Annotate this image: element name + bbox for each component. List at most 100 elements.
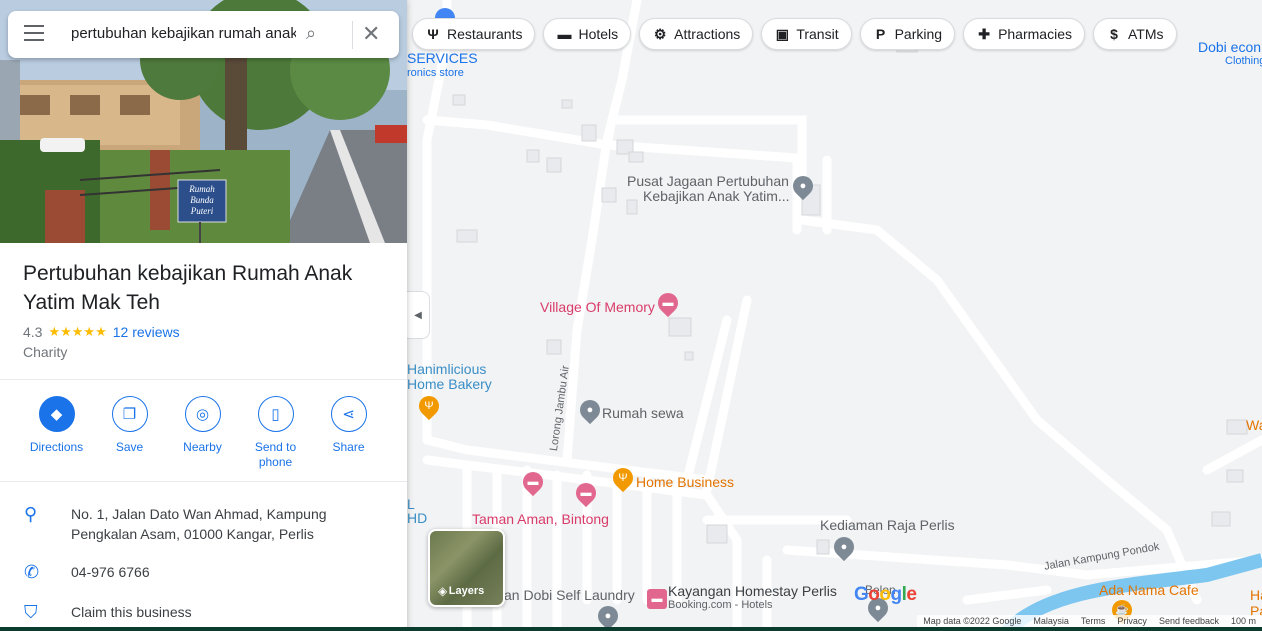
footer-terms[interactable]: Terms	[1081, 616, 1106, 626]
chip-label: Attractions	[674, 26, 741, 42]
map-label-dobi-self[interactable]: an Dobi Self Laundry	[504, 588, 635, 603]
map-canvas[interactable]: SERVICES ronics store Dobi econ Clothing…	[407, 0, 1262, 631]
chip-hotels[interactable]: ▬ Hotels	[543, 18, 632, 50]
map-label-kediaman[interactable]: Kediaman Raja Perlis	[820, 518, 955, 533]
hamburger-menu-icon[interactable]	[24, 25, 44, 46]
place-category[interactable]: Charity	[23, 344, 67, 360]
chip-pharmacies[interactable]: ✚ Pharmacies	[963, 18, 1085, 50]
bookmark-icon: ❐	[111, 396, 148, 432]
claim-row[interactable]: ⛉ Claim this business	[0, 602, 407, 623]
restaurant-pin-icon[interactable]: Ψ	[414, 391, 444, 421]
chip-label: Transit	[796, 26, 839, 42]
category-chips: Ψ Restaurants ▬ Hotels ⚙ Attractions ▣ Trans…	[412, 18, 1177, 50]
nearby-button[interactable]: ◎ Nearby	[166, 396, 239, 470]
pharmacy-icon: ✚	[978, 25, 990, 42]
phone-text: 04-976 6766	[71, 564, 150, 580]
map-label-hanim-2[interactable]: Home Bakery	[407, 377, 492, 392]
kediaman-pin-icon[interactable]: ●	[829, 532, 859, 562]
address-row[interactable]: ⚲ No. 1, Jalan Dato Wan Ahmad, Kampung P…	[0, 504, 407, 544]
chip-restaurants[interactable]: Ψ Restaurants	[412, 18, 536, 50]
map-label-rumah-sewa[interactable]: Rumah sewa	[602, 406, 684, 421]
kayangan-hotel-icon[interactable]: ▬	[647, 589, 667, 609]
hotel-pin-icon[interactable]: ▬	[653, 288, 683, 318]
share-icon: ⋖	[330, 396, 367, 432]
pusat-pin-icon[interactable]: ●	[788, 171, 818, 201]
phone-row[interactable]: ✆ 04-976 6766	[0, 562, 407, 583]
phone-send-icon: ▯	[257, 396, 294, 432]
map-label-pusat-1[interactable]: Pusat Jagaan Pertubuhan	[627, 174, 789, 189]
fork-knife-icon: Ψ	[427, 26, 439, 42]
share-button[interactable]: ⋖ Share	[312, 396, 385, 470]
chip-label: Restaurants	[447, 26, 523, 42]
action-label: Save	[115, 440, 144, 454]
hotel-pin-2-icon[interactable]: ▬	[518, 467, 548, 497]
chip-label: ATMs	[1127, 26, 1164, 42]
phone-icon: ✆	[24, 562, 40, 582]
bed-icon: ▬	[557, 26, 572, 42]
layers-label: Layers	[448, 585, 485, 597]
place-title: Pertubuhan kebajikan Rumah Anak Yatim Ma…	[23, 262, 353, 314]
parking-icon: P	[875, 26, 886, 42]
rating-row: 4.3 ★★★★★ 12 reviews	[23, 324, 180, 340]
close-icon[interactable]: ✕	[362, 21, 380, 47]
hotel-pin-3-icon[interactable]: ▬	[571, 478, 601, 508]
address-text: No. 1, Jalan Dato Wan Ahmad, Kampung Pen…	[71, 506, 327, 542]
map-label-ha[interactable]: Ha	[1250, 588, 1262, 603]
chip-atms[interactable]: $ ATMs	[1092, 18, 1177, 50]
action-label: Share	[332, 440, 365, 454]
search-box[interactable]: pertubuhan kebajikan rumah anak yatim ma…	[8, 11, 399, 58]
search-input[interactable]: pertubuhan kebajikan rumah anak yatim ma…	[71, 25, 296, 42]
directions-icon: ◆	[38, 396, 75, 432]
location-pin-icon: ⚲	[24, 504, 38, 524]
map-label-services[interactable]: SERVICES	[407, 51, 478, 66]
map-label-village[interactable]: Village Of Memory	[540, 300, 655, 315]
transit-icon: ▣	[775, 25, 789, 42]
atm-icon: $	[1110, 26, 1118, 42]
save-button[interactable]: ❐ Save	[93, 396, 166, 470]
google-logo: Google	[854, 584, 917, 605]
divider	[0, 379, 407, 380]
map-label-hanim-1[interactable]: Hanimlicious	[407, 362, 486, 377]
action-label: Nearby	[183, 440, 222, 454]
map-label-services-sub: ronics store	[407, 67, 464, 79]
photo-sign-text: Rumah Bunda Puteri	[189, 184, 215, 216]
search-icon[interactable]: ⌕	[306, 23, 316, 44]
chip-attractions[interactable]: ⚙ Attractions	[639, 18, 754, 50]
rating-value: 4.3	[23, 324, 43, 340]
footer-privacy[interactable]: Privacy	[1117, 616, 1147, 626]
attractions-icon: ⚙	[653, 25, 667, 42]
footer-send-feedback[interactable]: Send feedback	[1159, 616, 1219, 626]
action-label: Send to phone	[254, 440, 297, 469]
map-label-dobi[interactable]: Dobi econ	[1198, 40, 1261, 55]
action-label: Directions	[29, 440, 84, 454]
footer-map-data: Map data ©2022 Google	[923, 616, 1022, 626]
laundry-pin-icon[interactable]: ●	[593, 601, 623, 631]
map-label-kayangan[interactable]: Kayangan Homestay Perlis	[668, 584, 837, 599]
rumah-sewa-pin-icon[interactable]: ●	[575, 395, 605, 425]
directions-button[interactable]: ◆ Directions	[20, 396, 93, 470]
chip-transit[interactable]: ▣ Transit	[761, 18, 852, 50]
footer-scale[interactable]: 100 m	[1231, 616, 1256, 626]
map-footer: Map data ©2022 Google Malaysia Terms Pri…	[917, 615, 1262, 627]
search-divider	[352, 21, 353, 49]
home-business-pin-icon[interactable]: Ψ	[608, 463, 638, 493]
bottom-bar	[0, 627, 1262, 631]
map-label-home-business[interactable]: Home Business	[636, 475, 734, 490]
chip-label: Parking	[894, 26, 943, 42]
map-label-pusat-2[interactable]: Kebajikan Anak Yatim...	[643, 189, 790, 204]
map-label-kayangan-sub: Booking.com - Hotels	[668, 599, 773, 611]
footer-country[interactable]: Malaysia	[1033, 616, 1069, 626]
action-buttons: ◆ Directions ❐ Save ◎ Nearby ▯ Send to p…	[20, 396, 385, 470]
collapse-panel-button[interactable]: ◀	[407, 291, 430, 339]
chip-parking[interactable]: P Parking	[859, 18, 956, 50]
send-to-phone-button[interactable]: ▯ Send to phone	[239, 396, 312, 470]
map-label-taman-aman[interactable]: Taman Aman, Bintong	[472, 512, 609, 527]
map-label-ada-nama[interactable]: Ada Nama Cafe	[1099, 583, 1199, 598]
reviews-link[interactable]: 12 reviews	[113, 324, 180, 340]
map-label-hd: HD	[407, 510, 428, 526]
nearby-icon: ◎	[184, 396, 221, 432]
map-label-wa[interactable]: Wa	[1246, 418, 1262, 433]
shield-check-icon: ⛉	[24, 602, 38, 622]
layers-button[interactable]: ◈ Layers	[428, 529, 505, 607]
chevron-left-icon: ◀	[414, 309, 422, 321]
